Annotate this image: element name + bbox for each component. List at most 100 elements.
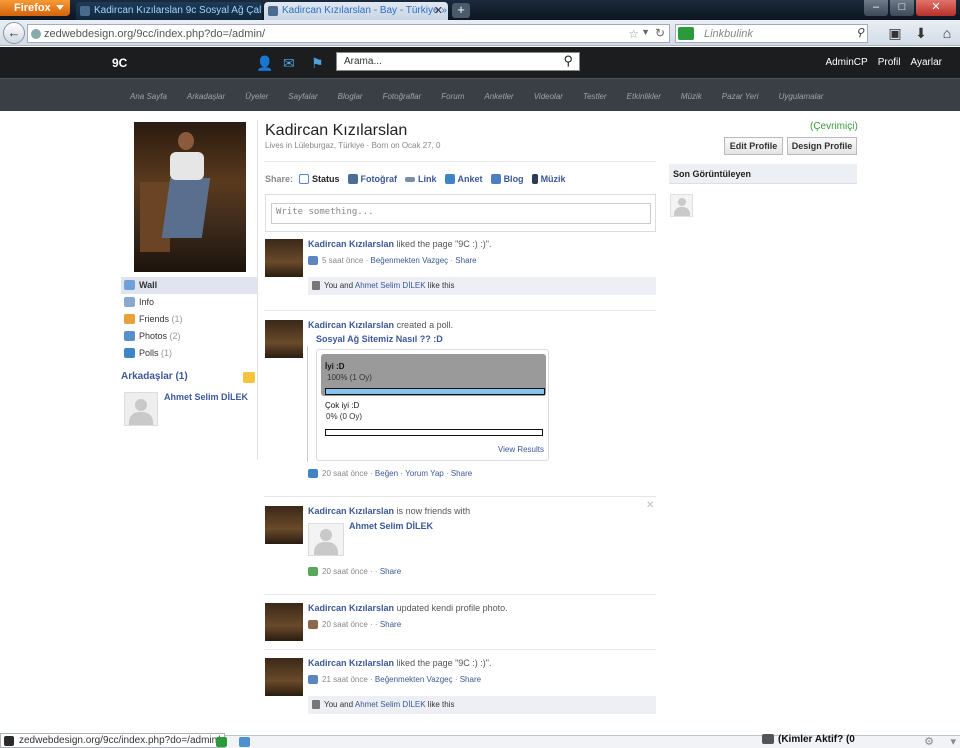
download-icon[interactable]: ⬇ [908, 22, 934, 44]
url-bar[interactable]: zedwebdesign.org/9cc/index.php?do=/admin… [27, 24, 670, 43]
unlike-link[interactable]: Beğenmekten Vazgeç [375, 675, 453, 684]
new-friend-avatar[interactable] [308, 523, 344, 556]
online-users-widget[interactable]: (Kimler Aktif? (0 [762, 734, 912, 745]
firefox-menu-button[interactable]: Firefox [0, 0, 70, 16]
poll-progress-bar [325, 429, 543, 436]
edit-profile-button[interactable]: Edit Profile [724, 137, 783, 155]
menu-item-uygulamalar[interactable]: Uygulamalar [779, 92, 824, 101]
search-icon[interactable]: ⚲ [563, 53, 573, 69]
sidebar-item-info[interactable]: Info [121, 294, 257, 311]
notifications-flag-icon[interactable]: ⚑ [311, 55, 324, 72]
admincp-link[interactable]: AdminCP [825, 57, 867, 68]
bookmarks-icon[interactable]: ▣ [882, 22, 908, 44]
maximize-button[interactable]: □ [890, 0, 914, 16]
actor-avatar[interactable] [265, 603, 303, 641]
share-photo-tab[interactable]: Fotoğraf [347, 174, 397, 184]
actor-avatar[interactable] [265, 506, 303, 544]
actor-name-link[interactable]: Kadircan Kızılarslan [308, 506, 394, 516]
upload-arrow-icon[interactable] [239, 737, 250, 747]
actor-name-link[interactable]: Kadircan Kızılarslan [308, 658, 394, 668]
addon-icon[interactable] [216, 737, 227, 747]
home-icon[interactable]: ⌂ [934, 22, 960, 44]
friends-heading[interactable]: Arkadaşlar (1) [121, 371, 257, 383]
view-results-link[interactable]: View Results [498, 445, 544, 454]
ayarlar-link[interactable]: Ayarlar [911, 57, 943, 68]
profil-link[interactable]: Profil [878, 57, 901, 68]
liker-name-link[interactable]: Ahmet Selim DİLEK [355, 281, 426, 290]
new-friend-name-link[interactable]: Ahmet Selim DİLEK [349, 521, 433, 531]
actor-avatar[interactable] [265, 239, 303, 277]
share-poll-tab[interactable]: Anket [444, 174, 483, 184]
resize-grip-icon[interactable]: ▾ [950, 735, 956, 748]
share-blog-tab[interactable]: Blog [490, 174, 524, 184]
thumbs-up-icon [312, 700, 320, 709]
menu-item-pazar-yeri[interactable]: Pazar Yeri [722, 92, 759, 101]
menu-item-ana-sayfa[interactable]: Ana Sayfa [130, 92, 167, 101]
profile-photo[interactable] [134, 122, 246, 272]
share-link[interactable]: Share [451, 469, 472, 478]
browser-tab-2[interactable]: Kadircan Kızılarslan - Bay - Türkiye » .… [264, 2, 448, 20]
share-status-tab[interactable]: Status [299, 174, 340, 184]
share-link[interactable]: Share [380, 567, 401, 576]
site-logo[interactable]: 9C [112, 56, 127, 70]
menu-item-fotograflar[interactable]: Fotoğraflar [383, 92, 422, 101]
friends-edit-icon[interactable] [243, 372, 255, 383]
online-status: (Çevrimiçi) [810, 121, 858, 132]
menu-item-forum[interactable]: Forum [441, 92, 464, 101]
design-profile-button[interactable]: Design Profile [787, 137, 857, 155]
friend-name-link[interactable]: Ahmet Selim DİLEK [164, 392, 248, 402]
search-engine-icon[interactable] [678, 27, 694, 40]
minimize-button[interactable]: – [864, 0, 888, 16]
sidebar-item-wall[interactable]: Wall [121, 277, 257, 294]
menu-item-etkinlikler[interactable]: Etkinlikler [627, 92, 661, 101]
actor-name-link[interactable]: Kadircan Kızılarslan [308, 239, 394, 249]
actor-avatar[interactable] [265, 320, 303, 358]
status-input[interactable]: Write something... [271, 203, 651, 224]
menu-item-muzik[interactable]: Müzik [681, 92, 702, 101]
messages-icon[interactable]: ✉ [283, 55, 295, 72]
search-icon[interactable]: ⚲ [856, 26, 864, 39]
recent-viewer-avatar[interactable] [670, 194, 693, 217]
comment-link[interactable]: Yorum Yap [405, 469, 444, 478]
actor-name-link[interactable]: Kadircan Kızılarslan [308, 603, 394, 613]
timestamp: 20 saat önce [322, 469, 368, 478]
close-icon[interactable]: ✕ [646, 500, 654, 511]
status-icon [299, 174, 310, 184]
share-link[interactable]: Share [460, 675, 481, 684]
poll-title-link[interactable]: Sosyal Ağ Sitemiz Nasıl ?? :D [316, 334, 443, 344]
share-link[interactable]: Share [380, 620, 401, 629]
friend-avatar[interactable] [124, 392, 158, 426]
menu-item-testler[interactable]: Testler [583, 92, 607, 101]
site-identity-icon[interactable] [31, 29, 41, 39]
actor-name-link[interactable]: Kadircan Kızılarslan [308, 320, 394, 330]
poll-option[interactable]: İyi :D 100% (1 Oy) [321, 354, 546, 396]
sidebar-item-photos[interactable]: Photos (2) [121, 328, 257, 345]
back-button[interactable]: ← [3, 22, 25, 44]
browser-tab-1[interactable]: Kadircan Kızılarslan 9c Sosyal Ağ Çalış.… [76, 2, 262, 20]
close-window-button[interactable]: ✕ [916, 0, 956, 16]
menu-item-arkadaslar[interactable]: Arkadaşlar [187, 92, 225, 101]
sidebar-item-friends[interactable]: Friends (1) [121, 311, 257, 328]
actor-avatar[interactable] [265, 658, 303, 696]
menu-item-bloglar[interactable]: Bloglar [338, 92, 363, 101]
share-link[interactable]: Share [455, 256, 476, 265]
share-link-tab[interactable]: Link [405, 174, 437, 184]
reload-icon[interactable]: ↻ [655, 26, 665, 40]
unlike-link[interactable]: Beğenmekten Vazgeç [370, 256, 448, 265]
close-tab-icon[interactable]: ✕ [434, 4, 443, 17]
menu-item-videolar[interactable]: Videolar [534, 92, 563, 101]
menu-item-anketler[interactable]: Anketler [484, 92, 513, 101]
friend-requests-icon[interactable]: 👤 [256, 55, 273, 72]
browser-search-field[interactable]: Linkbulink ⚲ [675, 24, 868, 43]
menu-item-uyeler[interactable]: Üyeler [245, 92, 268, 101]
share-music-tab[interactable]: Müzik [531, 174, 566, 184]
new-tab-button[interactable]: + [452, 3, 470, 18]
settings-icon[interactable]: ⚙ [924, 735, 934, 748]
sidebar-item-polls[interactable]: Polls (1) [121, 345, 257, 362]
liker-name-link[interactable]: Ahmet Selim DİLEK [355, 700, 426, 709]
like-link[interactable]: Beğen [375, 469, 398, 478]
menu-item-sayfalar[interactable]: Sayfalar [288, 92, 317, 101]
bookmark-star-icon[interactable]: ☆ [628, 27, 639, 41]
site-search-input[interactable]: Arama... ⚲ [336, 52, 580, 71]
history-dropdown-icon[interactable]: ▼ [641, 27, 650, 37]
